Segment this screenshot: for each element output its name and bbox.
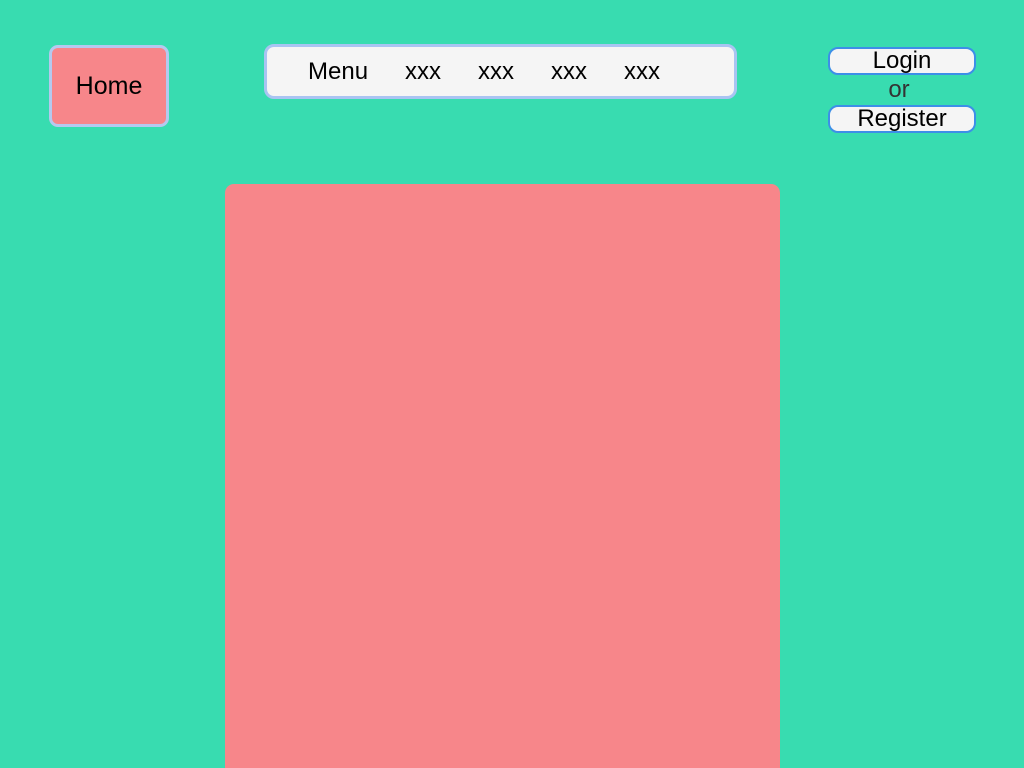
page: Home Menu xxx xxx xxx xxx Login or Regis…: [0, 0, 1024, 768]
menu-item-3[interactable]: xxx: [551, 58, 587, 86]
menu-item-2[interactable]: xxx: [478, 58, 514, 86]
or-label: or: [888, 76, 910, 103]
menu-bar: Menu xxx xxx xxx xxx: [264, 44, 737, 99]
menu-label[interactable]: Menu: [308, 58, 368, 86]
register-button[interactable]: Register: [828, 105, 976, 133]
home-button[interactable]: Home: [49, 45, 169, 127]
auth-panel: Login or Register: [828, 47, 976, 133]
login-button[interactable]: Login: [828, 47, 976, 75]
menu-item-1[interactable]: xxx: [405, 58, 441, 86]
content-panel: [225, 184, 780, 768]
menu-item-4[interactable]: xxx: [624, 58, 660, 86]
